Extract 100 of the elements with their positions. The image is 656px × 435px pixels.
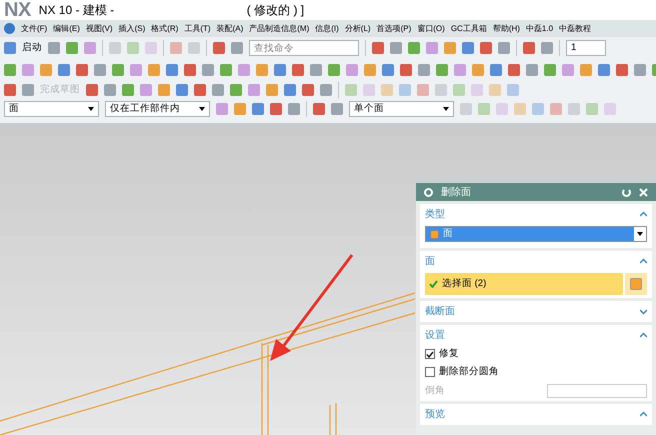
tool-icon[interactable] (158, 84, 170, 96)
filter-dropdown[interactable]: 仅在工作部件内 (105, 101, 210, 117)
tool-icon[interactable] (266, 84, 278, 96)
tool-icon[interactable] (194, 84, 206, 96)
tool-icon[interactable] (176, 84, 188, 96)
tool-icon[interactable] (346, 64, 358, 76)
close-icon[interactable] (639, 188, 648, 196)
tool-icon[interactable] (508, 64, 520, 76)
search-field[interactable]: 查找命令 (249, 40, 359, 56)
tool-icon[interactable] (320, 84, 332, 96)
tool-icon[interactable] (4, 64, 16, 76)
tool-icon[interactable] (22, 64, 34, 76)
tool-icon[interactable] (130, 64, 142, 76)
checkbox[interactable] (425, 367, 435, 378)
filter-dropdown[interactable]: 面 (4, 101, 99, 117)
app-menu-icon[interactable] (4, 23, 15, 34)
tool-icon[interactable] (526, 64, 538, 76)
tool-icon[interactable] (202, 64, 214, 76)
tool-icon[interactable] (292, 64, 304, 76)
tool-icon[interactable] (523, 42, 535, 54)
tool-icon[interactable] (231, 42, 243, 54)
tool-icon[interactable] (76, 64, 88, 76)
tool-icon[interactable] (462, 42, 474, 54)
tool-icon[interactable] (234, 103, 246, 115)
tool-icon[interactable] (418, 64, 430, 76)
menu-item[interactable]: 格式(R) (151, 22, 178, 34)
tool-icon[interactable] (310, 64, 322, 76)
menu-item[interactable]: 产品制造信息(M) (249, 22, 310, 34)
tool-icon[interactable] (454, 64, 466, 76)
tool-icon[interactable] (213, 42, 225, 54)
tool-icon[interactable] (148, 64, 160, 76)
chevron-icon[interactable] (640, 258, 647, 265)
tool-icon[interactable] (166, 64, 178, 76)
tool-icon[interactable] (122, 84, 134, 96)
menu-item[interactable]: 文件(F) (21, 22, 48, 34)
menu-item[interactable]: 窗口(O) (417, 22, 445, 34)
tool-icon[interactable] (40, 64, 52, 76)
tool-icon[interactable] (140, 84, 152, 96)
menu-item[interactable]: 视图(V) (86, 22, 113, 34)
tool-icon[interactable] (544, 64, 556, 76)
menu-item[interactable]: GC工具箱 (450, 22, 487, 34)
tool-icon[interactable] (364, 64, 376, 76)
section-header[interactable]: 截断面 (425, 304, 455, 319)
tool-icon[interactable] (472, 64, 484, 76)
tool-icon[interactable] (444, 42, 456, 54)
tool-icon[interactable] (313, 103, 325, 115)
reset-icon[interactable] (622, 188, 631, 196)
menu-item[interactable]: 中磊教程 (559, 22, 592, 34)
tool-icon[interactable] (66, 42, 78, 54)
tool-icon[interactable] (22, 84, 34, 96)
tool-icon[interactable] (274, 64, 286, 76)
menu-item[interactable]: 首选项(P) (376, 22, 412, 34)
tool-icon[interactable] (598, 64, 610, 76)
tool-icon[interactable] (216, 103, 228, 115)
tool-icon[interactable] (212, 84, 224, 96)
tool-icon[interactable] (104, 84, 116, 96)
chevron-icon[interactable] (640, 332, 647, 339)
section-header[interactable]: 预览 (425, 406, 445, 422)
tool-icon[interactable] (616, 64, 628, 76)
tool-icon[interactable] (541, 42, 553, 54)
tool-icon[interactable] (382, 64, 394, 76)
tool-icon[interactable] (256, 64, 268, 76)
menu-item[interactable]: 信息(I) (315, 22, 339, 34)
tool-icon[interactable] (220, 64, 232, 76)
tool-icon[interactable] (48, 42, 60, 54)
menu-item[interactable]: 帮助(H) (492, 22, 520, 34)
tool-icon[interactable] (184, 64, 196, 76)
tool-icon[interactable] (580, 64, 592, 76)
tool-icon[interactable] (490, 64, 502, 76)
chamfer-dropdown[interactable] (547, 384, 647, 398)
tool-icon[interactable] (436, 64, 448, 76)
tool-icon[interactable] (284, 84, 296, 96)
checkbox[interactable] (425, 349, 435, 360)
tool-icon[interactable] (94, 64, 106, 76)
tool-icon[interactable] (331, 103, 343, 115)
tool-icon[interactable] (86, 84, 98, 96)
tool-icon[interactable] (252, 103, 264, 115)
tool-icon[interactable] (426, 42, 438, 54)
menu-item[interactable]: 工具(T) (184, 22, 211, 34)
tool-icon[interactable] (634, 64, 646, 76)
menu-item[interactable]: 插入(S) (118, 22, 146, 34)
checkbox-label[interactable]: 修复 (439, 347, 459, 362)
menu-item[interactable]: 装配(A) (216, 22, 244, 34)
layer-dropdown[interactable]: 1 (566, 40, 606, 56)
menu-item[interactable]: 中磊1.0 (526, 22, 554, 34)
tool-icon[interactable] (238, 64, 250, 76)
tool-icon[interactable] (4, 84, 16, 96)
select-face-button[interactable] (625, 273, 647, 295)
checkbox-label[interactable]: 删除部分圆角 (439, 365, 499, 380)
filter-dropdown[interactable]: 单个面 (349, 101, 454, 117)
tool-icon[interactable] (230, 84, 242, 96)
tool-icon[interactable] (480, 42, 492, 54)
menu-item[interactable]: 编辑(E) (53, 22, 80, 34)
start-button[interactable]: 启动 (22, 40, 42, 56)
tool-icon[interactable] (248, 84, 260, 96)
menu-item[interactable]: 分析(L) (344, 22, 371, 34)
tool-icon[interactable] (302, 84, 314, 96)
tool-icon[interactable] (408, 42, 420, 54)
select-face-row[interactable]: 选择面 (2) (425, 273, 623, 295)
tool-icon[interactable] (372, 42, 384, 54)
